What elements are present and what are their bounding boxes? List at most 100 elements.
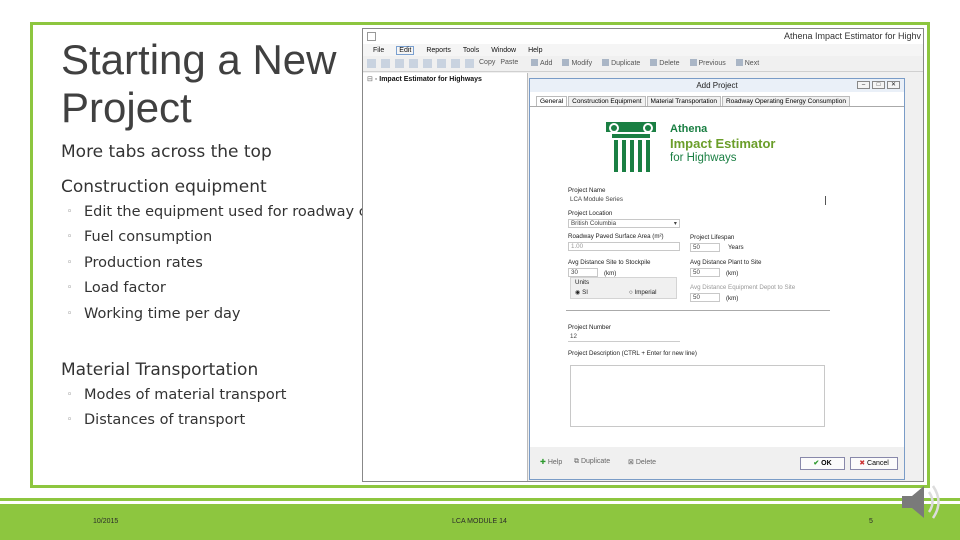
bullet-icon: ◦ <box>67 232 73 243</box>
project-number-input[interactable]: 12 <box>568 333 680 342</box>
dialog-duplicate-button[interactable]: ⧉ Duplicate <box>574 458 610 466</box>
surface-area-input[interactable]: 1.00 <box>568 242 680 251</box>
project-name-input[interactable]: LCA Module Series <box>568 196 826 205</box>
dist-site-label: Avg Distance Site to Stockpile <box>568 259 651 266</box>
save-icon[interactable] <box>395 59 404 68</box>
window-controls: – □ ✕ <box>857 81 900 89</box>
dist-site-unit: (km) <box>604 270 617 277</box>
dist-plant-input[interactable]: 50 <box>690 268 720 277</box>
cut-icon[interactable] <box>423 59 432 68</box>
tab-roadway-operating-energy[interactable]: Roadway Operating Energy Consumption <box>721 96 850 106</box>
tab-material-transportation[interactable]: Material Transportation <box>646 96 721 106</box>
undo-icon[interactable] <box>437 59 446 68</box>
dist-plant-label: Avg Distance Plant to Site <box>690 259 762 266</box>
dialog-button-row: ✚ Help ⧉ Duplicate ⊠ Delete ✔ OK ✖ Cance… <box>530 447 904 479</box>
new-icon[interactable] <box>367 59 376 68</box>
depot-distance-input[interactable]: 50 <box>690 293 720 302</box>
bullet-icon: ◦ <box>67 257 73 268</box>
divider <box>566 310 830 311</box>
modify-button[interactable]: Modify <box>562 59 592 67</box>
report-icon[interactable] <box>465 59 474 68</box>
dialog-delete-button[interactable]: ⊠ Delete <box>628 458 656 466</box>
menu-reports[interactable]: Reports <box>426 47 451 54</box>
project-tree: Impact Estimator for Highways <box>363 73 528 481</box>
menu-window[interactable]: Window <box>491 47 516 54</box>
toolbar-right-group: Add Modify Duplicate Delete Previous Nex… <box>531 59 759 67</box>
units-group: Units ◉ SI ○ Imperial <box>570 277 677 299</box>
toolbar: Copy Paste Add Modify Duplicate Delete P… <box>363 56 923 72</box>
menu-tools[interactable]: Tools <box>463 47 479 54</box>
help-button[interactable]: ✚ Help <box>540 458 562 466</box>
dist-plant-unit: (km) <box>726 270 739 277</box>
app-title-bar: Athena Impact Estimator for Highv <box>363 29 923 44</box>
project-lifespan-input[interactable]: 50 <box>690 243 720 252</box>
dialog-title: Add Project – □ ✕ <box>530 79 904 92</box>
redo-icon[interactable] <box>451 59 460 68</box>
surface-area-label: Roadway Paved Surface Area (m²) <box>568 233 664 240</box>
app-window-title: Athena Impact Estimator for Highv <box>783 31 921 41</box>
project-number-label: Project Number <box>568 324 611 331</box>
delete-icon: ⊠ <box>628 459 634 466</box>
bullet-item: ◦ Distances of transport <box>67 412 246 429</box>
project-location-select[interactable]: British Columbia ▾ <box>568 219 680 228</box>
project-description-textarea[interactable] <box>570 365 825 427</box>
tree-root-node[interactable]: Impact Estimator for Highways <box>367 75 523 83</box>
add-project-dialog: Add Project – □ ✕ General Construction E… <box>529 78 905 480</box>
maximize-icon[interactable]: □ <box>872 81 885 89</box>
paste-button[interactable]: Paste <box>500 59 518 68</box>
chevron-down-icon: ▾ <box>673 220 677 227</box>
depot-distance-label: Avg Distance Equipment Depot to Site <box>690 284 796 291</box>
project-name-label: Project Name <box>568 187 606 194</box>
logo-line-impact-estimator: Impact Estimator <box>670 136 776 151</box>
delete-button[interactable]: Delete <box>650 59 679 67</box>
section-construction-equipment: Construction equipment <box>61 177 267 197</box>
slide-subtitle: More tabs across the top <box>61 142 272 162</box>
dialog-tabs: General Construction Equipment Material … <box>530 92 904 107</box>
cancel-x-icon: ✖ <box>859 460 866 467</box>
tab-construction-equipment[interactable]: Construction Equipment <box>568 96 646 106</box>
duplicate-button[interactable]: Duplicate <box>602 59 640 67</box>
ok-button[interactable]: ✔ OK <box>800 457 845 470</box>
cancel-button[interactable]: ✖ Cancel <box>850 457 898 470</box>
column-logo-icon <box>606 122 656 172</box>
minimize-icon[interactable]: – <box>857 81 870 89</box>
bullet-icon: ◦ <box>67 390 73 400</box>
section-material-transportation: Material Transportation <box>61 360 259 380</box>
open-icon[interactable] <box>381 59 390 68</box>
transport-bullet-list: ◦ Modes of material transport ◦ Distances … <box>67 386 286 437</box>
logo-line-athena: Athena <box>670 123 708 135</box>
bullet-icon: ◦ <box>67 283 73 294</box>
depot-distance-unit: (km) <box>726 295 739 302</box>
duplicate-icon: ⧉ <box>574 458 579 465</box>
unit-imperial-radio[interactable]: ○ Imperial <box>629 289 656 296</box>
add-button[interactable]: Add <box>531 59 552 67</box>
slide-number: 5 <box>869 518 873 525</box>
next-button[interactable]: Next <box>736 59 759 67</box>
close-icon[interactable]: ✕ <box>887 81 900 89</box>
units-label: Units <box>575 279 590 286</box>
project-description-label: Project Description (CTRL + Enter for ne… <box>568 350 697 357</box>
footer-module: LCA MODULE 14 <box>452 518 507 525</box>
help-icon: ✚ <box>540 459 546 466</box>
menu-help[interactable]: Help <box>528 47 542 54</box>
bullet-icon: ◦ <box>67 308 73 319</box>
bullet-item: ◦ Modes of material transport <box>67 387 287 403</box>
tab-general[interactable]: General <box>536 96 568 106</box>
previous-button[interactable]: Previous <box>690 59 726 67</box>
project-lifespan-label: Project Lifespan <box>690 234 735 241</box>
unit-si-radio[interactable]: ◉ SI <box>575 289 588 296</box>
dist-site-input[interactable]: 30 <box>568 268 598 277</box>
project-location-label: Project Location <box>568 210 613 217</box>
menu-edit[interactable]: Edit <box>396 45 415 55</box>
app-icon <box>367 32 376 41</box>
athena-logo: Athena Impact Estimator for Highways <box>600 116 824 176</box>
menu-bar: File Edit Reports Tools Window Help <box>363 44 923 56</box>
app-screenshot: Athena Impact Estimator for Highv File E… <box>362 28 924 482</box>
audio-speaker-icon[interactable] <box>898 478 948 526</box>
copy-button[interactable]: Copy <box>479 59 495 68</box>
footer-date: 10/2015 <box>93 518 119 525</box>
lifespan-unit: Years <box>728 244 744 251</box>
menu-file[interactable]: File <box>373 47 384 54</box>
slide-title: Starting a New Project <box>61 36 337 131</box>
print-icon[interactable] <box>409 59 418 68</box>
